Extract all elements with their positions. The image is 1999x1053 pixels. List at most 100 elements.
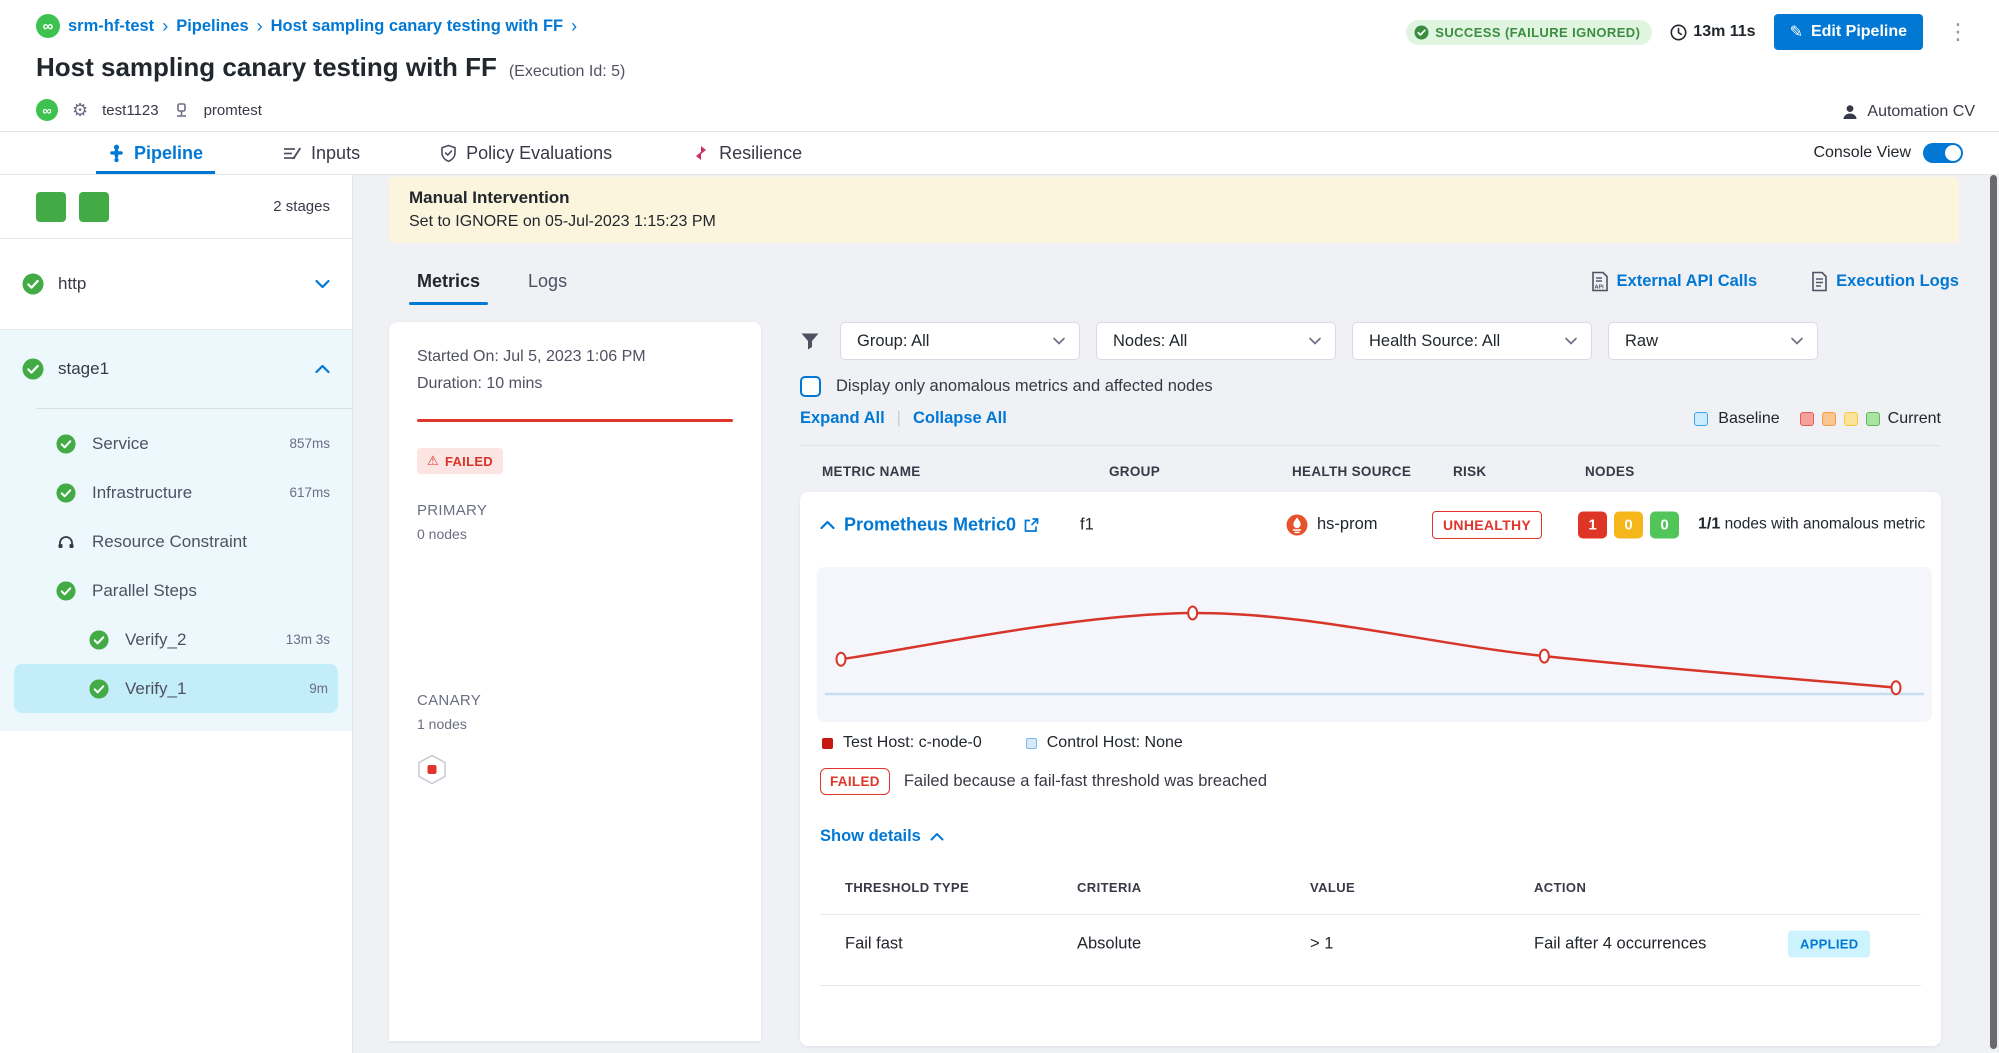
pipeline-icon — [108, 144, 125, 163]
more-options-menu[interactable]: ⋮ — [1941, 21, 1975, 43]
success-check-icon — [89, 630, 109, 650]
console-view-toggle[interactable] — [1923, 143, 1963, 163]
chevron-down-icon — [1309, 337, 1321, 345]
check-circle-icon — [1414, 25, 1429, 40]
success-check-icon — [89, 679, 109, 699]
collapse-all-link[interactable]: Collapse All — [913, 409, 1007, 428]
raw-filter-dropdown[interactable]: Raw — [1608, 322, 1818, 360]
metric-card-header: Prometheus Metric0 f1 hs-prom UNHEALTHY — [800, 492, 1941, 557]
manual-intervention-banner: Manual Intervention Set to IGNORE on 05-… — [389, 177, 1959, 243]
sidebar-stage-http[interactable]: http — [0, 239, 352, 330]
current-legend-label: Current — [1888, 410, 1941, 428]
stage-name: http — [58, 274, 86, 294]
console-view-label: Console View — [1813, 144, 1911, 162]
test-host-swatch — [822, 738, 833, 749]
col-health-source: HEALTH SOURCE — [1292, 464, 1411, 479]
verification-status-badge: ⚠ FAILED — [417, 448, 503, 474]
sidebar-stage-stage1[interactable]: stage1 — [0, 330, 352, 408]
metric-name-link[interactable]: Prometheus Metric0 — [844, 514, 1039, 535]
baseline-legend-label: Baseline — [1718, 410, 1779, 428]
step-label: Verify_1 — [125, 679, 186, 699]
metric-name-cell: Prometheus Metric0 — [844, 514, 1039, 535]
chevron-up-icon — [820, 520, 835, 530]
anomalous-checkbox[interactable] — [800, 376, 821, 397]
divider: | — [897, 409, 901, 428]
external-api-calls-link[interactable]: API External API Calls — [1591, 271, 1758, 292]
verification-summary-card: Started On: Jul 5, 2023 1:06 PM Duration… — [389, 322, 761, 1041]
warning-node-count-badge: 0 — [1614, 511, 1643, 538]
canary-node-icon[interactable] — [417, 754, 733, 785]
total-duration: 13m 11s — [1670, 23, 1755, 41]
panel-links: API External API Calls Execution Logs — [1591, 271, 1959, 292]
service-tag[interactable]: test1123 — [102, 102, 158, 119]
col-action: ACTION — [1534, 880, 1586, 895]
current-green-swatch — [1866, 412, 1880, 426]
environment-tag[interactable]: promtest — [204, 102, 262, 119]
col-criteria: CRITERIA — [1077, 880, 1142, 895]
step-duration: 13m 3s — [286, 632, 330, 647]
metric-card: Prometheus Metric0 f1 hs-prom UNHEALTHY — [800, 492, 1941, 1046]
vertical-scrollbar[interactable] — [1990, 175, 1997, 1049]
success-check-icon — [56, 581, 76, 601]
risk-badge: UNHEALTHY — [1432, 511, 1542, 539]
metrics-table-header: METRIC NAME GROUP HEALTH SOURCE RISK NOD… — [800, 446, 1941, 492]
sidebar-step-resource-constraint[interactable]: Resource Constraint — [0, 517, 352, 566]
svg-text:API: API — [1594, 284, 1604, 290]
tab-logs[interactable]: Logs — [528, 257, 567, 305]
group-filter-dropdown[interactable]: Group: All — [840, 322, 1080, 360]
current-red-swatch — [1800, 412, 1814, 426]
body: 2 stages http stage1 Service 857ms — [0, 175, 1999, 1053]
sidebar-step-verify-1[interactable]: Verify_1 9m — [14, 664, 338, 713]
col-metric-name: METRIC NAME — [822, 464, 921, 479]
tab-pipeline[interactable]: Pipeline — [108, 132, 203, 174]
current-orange-swatch — [1822, 412, 1836, 426]
risk-cell: UNHEALTHY — [1432, 511, 1542, 539]
threshold-type-value: Fail fast — [845, 935, 903, 954]
step-duration: 617ms — [289, 485, 330, 500]
tab-policy-evaluations[interactable]: Policy Evaluations — [440, 132, 612, 174]
health-source-filter-dropdown[interactable]: Health Source: All — [1352, 322, 1592, 360]
health-source-cell: hs-prom — [1286, 514, 1378, 536]
api-document-icon: API — [1591, 271, 1609, 292]
test-host-legend: Test Host: c-node-0 — [822, 734, 982, 752]
breadcrumb-separator: › — [162, 16, 168, 37]
tab-resilience[interactable]: Resilience — [692, 132, 802, 174]
nodes-filter-dropdown[interactable]: Nodes: All — [1096, 322, 1336, 360]
breadcrumb: ∞ srm-hf-test › Pipelines › Host samplin… — [36, 14, 625, 38]
edit-pipeline-button[interactable]: ✎ Edit Pipeline — [1774, 14, 1923, 50]
breadcrumb-separator: › — [257, 16, 263, 37]
failure-reason-row: FAILED Failed because a fail-fast thresh… — [820, 768, 1941, 795]
step-duration: 9m — [309, 681, 328, 696]
step-label: Resource Constraint — [92, 532, 247, 552]
expand-all-link[interactable]: Expand All — [800, 409, 885, 428]
sidebar-step-service[interactable]: Service 857ms — [0, 419, 352, 468]
baseline-legend-swatch — [1694, 412, 1708, 426]
show-details-link[interactable]: Show details — [820, 827, 1941, 846]
content-row: Started On: Jul 5, 2023 1:06 PM Duration… — [389, 322, 1999, 1046]
step-label: Infrastructure — [92, 483, 192, 503]
sidebar-step-parallel-steps[interactable]: Parallel Steps — [0, 566, 352, 615]
anomalous-checkbox-label: Display only anomalous metrics and affec… — [836, 377, 1213, 396]
collapse-metric-chevron[interactable] — [820, 520, 835, 530]
breadcrumb-project-link[interactable]: srm-hf-test — [68, 17, 154, 36]
tab-metrics[interactable]: Metrics — [417, 257, 480, 305]
breadcrumb-pipelines-link[interactable]: Pipelines — [176, 17, 248, 36]
chevron-up-icon[interactable] — [315, 364, 330, 374]
console-view-control: Console View — [1813, 132, 1963, 174]
sidebar-step-infrastructure[interactable]: Infrastructure 617ms — [0, 468, 352, 517]
breadcrumb-pipeline-link[interactable]: Host sampling canary testing with FF — [271, 17, 563, 36]
step-label: Service — [92, 434, 149, 454]
execution-logs-link[interactable]: Execution Logs — [1811, 271, 1959, 292]
tab-inputs[interactable]: Inputs — [283, 132, 360, 174]
top-header-right: SUCCESS (FAILURE IGNORED) 13m 11s ✎ Edit… — [1406, 14, 1975, 121]
resilience-icon — [692, 144, 710, 162]
external-link-icon — [1024, 517, 1039, 532]
stages-summary: 2 stages — [0, 175, 352, 239]
toggle-knob — [1945, 145, 1961, 161]
chevron-down-icon[interactable] — [315, 279, 330, 289]
harness-service-icon: ∞ — [36, 99, 58, 121]
breadcrumb-separator: › — [571, 16, 577, 37]
prometheus-icon — [1286, 514, 1308, 536]
execution-sidebar: 2 stages http stage1 Service 857ms — [0, 175, 353, 1053]
sidebar-step-verify-2[interactable]: Verify_2 13m 3s — [0, 615, 352, 664]
